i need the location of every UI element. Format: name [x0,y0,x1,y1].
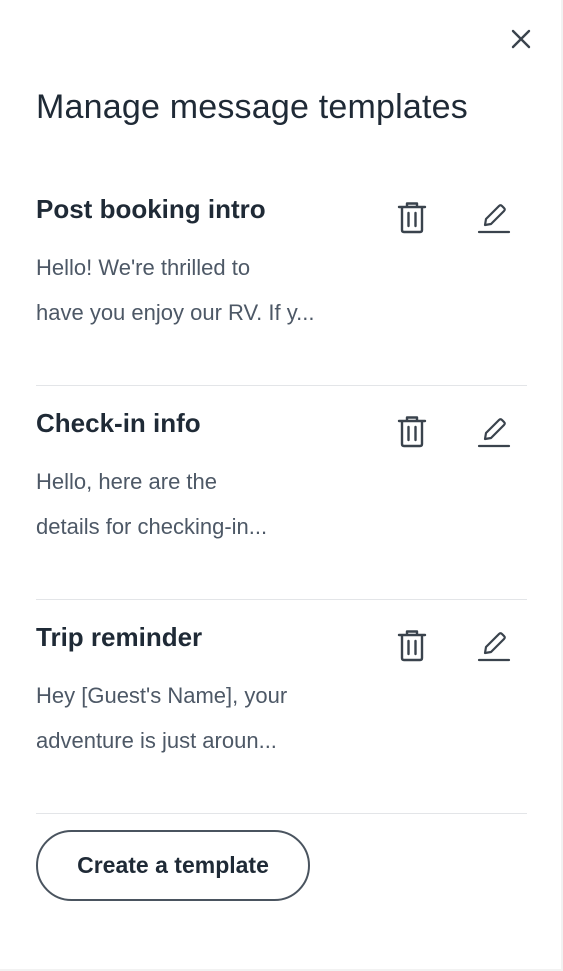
pencil-icon [477,418,511,448]
edit-template-button[interactable] [476,198,512,236]
template-preview-line: have you enjoy our RV. If y... [36,300,315,325]
edit-template-button[interactable] [476,412,512,450]
pencil-icon [477,204,511,234]
template-name: Trip reminder [36,622,203,652]
trash-icon [397,202,427,234]
edit-template-button[interactable] [476,626,512,664]
trash-icon [397,630,427,662]
template-item: Trip reminder Hey [Guest's Name], your a… [36,600,527,814]
template-name: Check-in info [36,408,201,438]
template-preview-line: Hello! We're thrilled to [36,255,251,280]
template-preview-line: Hello, here are the [36,469,217,494]
template-name: Post booking intro [36,194,266,224]
delete-template-button[interactable] [394,626,430,664]
trash-icon [397,416,427,448]
close-button[interactable] [509,27,533,51]
manage-templates-dialog: Manage message templates Post booking in… [0,0,561,969]
delete-template-button[interactable] [394,198,430,236]
pencil-icon [477,632,511,662]
template-preview-line: Hey [Guest's Name], your [36,683,288,708]
delete-template-button[interactable] [394,412,430,450]
template-item: Check-in info Hello, here are the detail… [36,386,527,600]
create-template-button[interactable]: Create a template [36,830,310,901]
template-preview-line: details for checking-in... [36,514,268,539]
template-preview-line: adventure is just aroun... [36,728,277,753]
template-list: Post booking intro Hello! We're thrilled… [36,172,527,814]
template-preview: Hello, here are the details for checking… [36,459,356,549]
template-preview: Hello! We're thrilled to have you enjoy … [36,245,356,335]
close-icon [511,29,531,49]
template-item: Post booking intro Hello! We're thrilled… [36,172,527,386]
template-preview: Hey [Guest's Name], your adventure is ju… [36,673,356,763]
dialog-title: Manage message templates [36,88,468,126]
